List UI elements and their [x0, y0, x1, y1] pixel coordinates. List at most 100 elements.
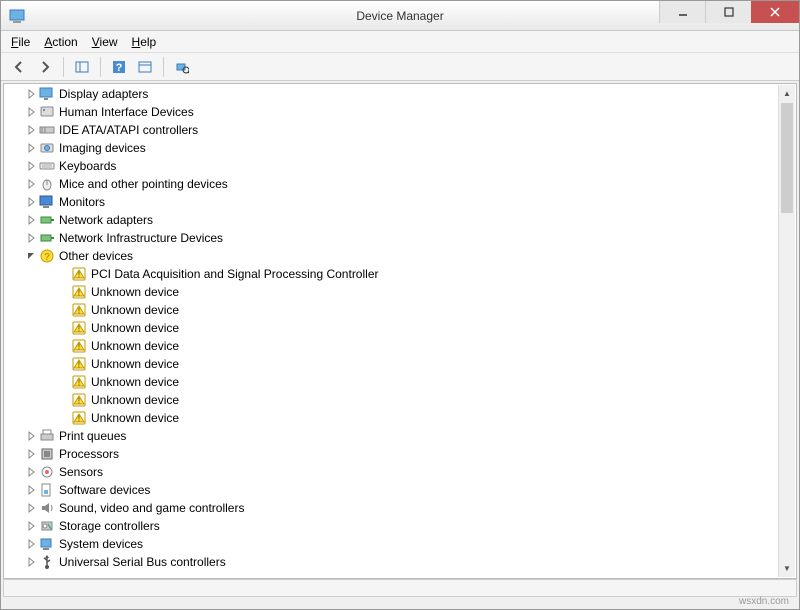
tree-category[interactable]: Sound, video and game controllers	[5, 499, 778, 517]
tree-category-label: Universal Serial Bus controllers	[59, 555, 226, 569]
back-button[interactable]	[7, 55, 31, 79]
svg-text:!: !	[78, 271, 81, 280]
scan-hardware-button[interactable]	[170, 55, 194, 79]
expand-icon[interactable]	[25, 484, 37, 496]
expand-icon[interactable]	[25, 142, 37, 154]
tree-category[interactable]: Imaging devices	[5, 139, 778, 157]
scroll-down-button[interactable]: ▼	[779, 560, 795, 577]
tree-device[interactable]: !Unknown device	[5, 373, 778, 391]
tree-device[interactable]: ! Unknown device	[5, 301, 778, 319]
properties-button[interactable]	[133, 55, 157, 79]
tree-device[interactable]: !Unknown device	[5, 409, 778, 427]
statusbar	[3, 579, 797, 597]
tree-device-label: Unknown device	[91, 357, 179, 371]
tree-category-label: IDE ATA/ATAPI controllers	[59, 123, 198, 137]
tree-category[interactable]: Processors	[5, 445, 778, 463]
tree-category[interactable]: Network Infrastructure Devices	[5, 229, 778, 247]
menu-view[interactable]: View	[92, 35, 118, 49]
tree-category[interactable]: ?Other devices	[5, 247, 778, 265]
device-warning-icon: !	[71, 338, 87, 354]
tree-category[interactable]: Print queues	[5, 427, 778, 445]
tree-category-label: Monitors	[59, 195, 105, 209]
tree-category-label: Storage controllers	[59, 519, 160, 533]
tree-device-label: Unknown device	[91, 375, 179, 389]
tree-category-label: Other devices	[59, 249, 133, 263]
tree-device-label: Unknown device	[91, 339, 179, 353]
tree-category-label: Display adapters	[59, 87, 148, 101]
scroll-up-button[interactable]: ▲	[779, 85, 795, 102]
watermark: wsxdn.com	[739, 596, 789, 607]
tree-device-label: Unknown device	[91, 303, 179, 317]
tree-category[interactable]: System devices	[5, 535, 778, 553]
expand-icon[interactable]	[25, 160, 37, 172]
expand-icon[interactable]	[25, 214, 37, 226]
tree-category[interactable]: Display adapters	[5, 85, 778, 103]
tree-device[interactable]: !Unknown device	[5, 391, 778, 409]
tree-device[interactable]: ! Unknown device	[5, 337, 778, 355]
tree-category-label: Sound, video and game controllers	[59, 501, 244, 515]
maximize-button[interactable]	[705, 1, 751, 23]
menubar: File Action View Help	[1, 31, 799, 53]
expand-icon[interactable]	[25, 196, 37, 208]
printer-icon	[39, 428, 55, 444]
svg-text:!: !	[78, 397, 81, 406]
tree-category[interactable]: Sensors	[5, 463, 778, 481]
show-hide-console-button[interactable]	[70, 55, 94, 79]
network-icon	[39, 230, 55, 246]
tree-device[interactable]: !Unknown device	[5, 355, 778, 373]
tree-category[interactable]: Mice and other pointing devices	[5, 175, 778, 193]
tree-device[interactable]: ! Unknown device	[5, 283, 778, 301]
expand-icon[interactable]	[25, 466, 37, 478]
svg-text:!: !	[78, 307, 81, 316]
device-warning-icon: !	[71, 266, 87, 282]
menu-action[interactable]: Action	[44, 35, 77, 49]
tree-category[interactable]: Network adapters	[5, 211, 778, 229]
toolbar-separator	[163, 57, 164, 77]
help-button[interactable]: ?	[107, 55, 131, 79]
monitor-icon	[39, 194, 55, 210]
processor-icon	[39, 446, 55, 462]
expand-icon[interactable]	[25, 502, 37, 514]
tree-device-label: Unknown device	[91, 321, 179, 335]
device-warning-icon: !	[71, 284, 87, 300]
toolbar-separator	[100, 57, 101, 77]
device-tree[interactable]: Display adapters Human Interface Devices I…	[5, 85, 778, 577]
expand-icon[interactable]	[25, 520, 37, 532]
tree-category[interactable]: Software devices	[5, 481, 778, 499]
tree-category[interactable]: Human Interface Devices	[5, 103, 778, 121]
tree-category[interactable]: Keyboards	[5, 157, 778, 175]
collapse-icon[interactable]	[25, 250, 37, 262]
expand-icon[interactable]	[25, 88, 37, 100]
tree-category[interactable]: Monitors	[5, 193, 778, 211]
tree-category[interactable]: Storage controllers	[5, 517, 778, 535]
menu-file[interactable]: File	[11, 35, 30, 49]
tree-device[interactable]: !PCI Data Acquisition and Signal Process…	[5, 265, 778, 283]
vertical-scrollbar[interactable]: ▲ ▼	[778, 85, 795, 577]
forward-button[interactable]	[33, 55, 57, 79]
expand-icon[interactable]	[25, 448, 37, 460]
tree-device[interactable]: !Unknown device	[5, 319, 778, 337]
tree-category-label: Software devices	[59, 483, 150, 497]
expand-icon[interactable]	[25, 178, 37, 190]
minimize-button[interactable]	[659, 1, 705, 23]
tree-category[interactable]: Universal Serial Bus controllers	[5, 553, 778, 571]
tree-category[interactable]: IDE ATA/ATAPI controllers	[5, 121, 778, 139]
sound-icon	[39, 500, 55, 516]
expand-icon[interactable]	[25, 232, 37, 244]
close-button[interactable]	[751, 1, 799, 23]
svg-text:?: ?	[116, 62, 123, 74]
menu-help[interactable]: Help	[132, 35, 157, 49]
expand-icon[interactable]	[25, 538, 37, 550]
tree-category-label: Human Interface Devices	[59, 105, 194, 119]
tree-category-label: Imaging devices	[59, 141, 146, 155]
scroll-thumb[interactable]	[781, 103, 793, 213]
expand-icon[interactable]	[25, 124, 37, 136]
expand-icon[interactable]	[25, 430, 37, 442]
titlebar: Device Manager	[1, 1, 799, 31]
toolbar: ?	[1, 53, 799, 81]
expand-icon[interactable]	[25, 556, 37, 568]
device-warning-icon: !	[71, 410, 87, 426]
tree-device-label: Unknown device	[91, 285, 179, 299]
expand-icon[interactable]	[25, 106, 37, 118]
toolbar-separator	[63, 57, 64, 77]
